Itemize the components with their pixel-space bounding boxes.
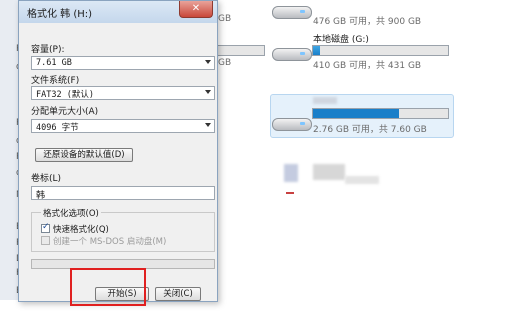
capacity-select[interactable]: 7.61 GB	[31, 56, 215, 70]
msdos-startup-checkbox	[41, 236, 50, 245]
hard-drive-icon	[272, 2, 312, 19]
format-options-title: 格式化选项(O)	[41, 207, 101, 219]
restore-defaults-button[interactable]: 还原设备的默认值(D)	[35, 148, 133, 162]
start-button-highlight	[70, 268, 146, 306]
drive-usage-fill	[313, 46, 320, 55]
capacity-value: 7.61 GB	[36, 58, 72, 68]
dialog-title: 格式化 韩 (H:)	[27, 9, 93, 20]
close-icon: ✕	[191, 3, 201, 14]
filesystem-label: 文件系统(F)	[31, 76, 80, 86]
chevron-down-icon	[205, 60, 211, 64]
drive-usage-bar	[312, 108, 449, 119]
allocation-unit-label: 分配单元大小(A)	[31, 107, 99, 117]
truncated-gb-text: GB	[218, 14, 232, 24]
blurred-device-info	[345, 176, 379, 184]
msdos-startup-label: 创建一个 MS-DOS 启动盘(M)	[53, 237, 167, 247]
dialog-titlebar[interactable]: 格式化 韩 (H:) ✕	[19, 1, 217, 23]
drive-free-space: 410 GB 可用，共 431 GB	[313, 61, 422, 71]
capacity-label: 容量(P):	[31, 45, 65, 55]
format-dialog: 格式化 韩 (H:) ✕ 容量(P): 7.61 GB 文件系统(F) FAT3…	[18, 0, 218, 302]
truncated-gb-text: GB	[218, 58, 232, 68]
drive-name: 本地磁盘 (G:)	[313, 35, 369, 45]
allocation-unit-select[interactable]: 4096 字节	[31, 119, 215, 133]
allocation-unit-value: 4096 字节	[36, 123, 79, 133]
volume-label-value: 韩	[36, 191, 46, 201]
close-window-button[interactable]: ✕	[179, 1, 213, 18]
quick-format-checkbox[interactable]	[41, 222, 50, 233]
chevron-down-icon	[205, 123, 211, 127]
drive-free-space: 476 GB 可用，共 900 GB	[313, 17, 422, 27]
blurred-device-name	[313, 164, 345, 180]
usb-drive-icon	[272, 114, 312, 131]
device-marker	[286, 192, 294, 194]
blurred-device-icon	[284, 164, 298, 182]
hard-drive-icon	[272, 44, 312, 61]
filesystem-select[interactable]: FAT32 (默认)	[31, 86, 215, 100]
drive-free-space: 2.76 GB 可用，共 7.60 GB	[313, 125, 427, 135]
drive-usage-fill	[313, 109, 400, 118]
chevron-down-icon	[205, 90, 211, 94]
volume-label-input[interactable]: 韩	[31, 186, 215, 201]
blurred-drive-name	[313, 97, 337, 104]
close-button[interactable]: 关闭(C)	[155, 287, 201, 301]
filesystem-value: FAT32 (默认)	[36, 90, 94, 100]
quick-format-label[interactable]: 快速格式化(Q)	[53, 223, 109, 235]
drive-usage-bar	[312, 45, 449, 56]
volume-label-caption: 卷标(L)	[31, 174, 62, 184]
